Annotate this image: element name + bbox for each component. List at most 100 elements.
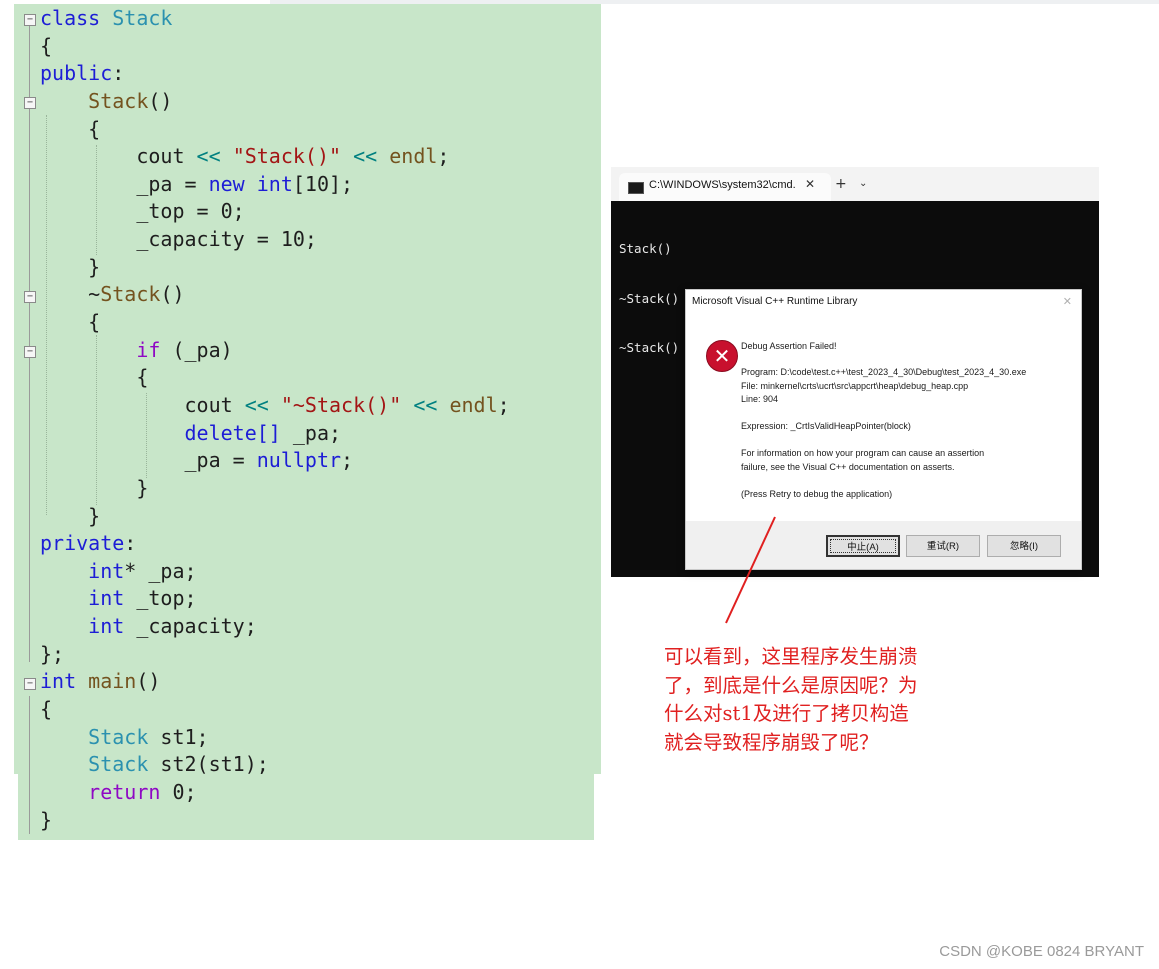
code-token: return xyxy=(88,779,161,804)
console-line: ~Stack() xyxy=(619,340,680,355)
code-token: _capacity; xyxy=(124,614,257,639)
code-token: () xyxy=(160,282,185,307)
code-lines: class Stack{public: Stack() { cout << "S… xyxy=(40,5,510,834)
terminal-icon xyxy=(628,182,644,194)
code-line: _pa = new int[10]; xyxy=(40,171,510,199)
annotation-arrow xyxy=(725,516,776,624)
console-tab[interactable]: C:\WINDOWS\system32\cmd. ✕ xyxy=(619,173,831,201)
close-icon[interactable]: ✕ xyxy=(1063,295,1072,308)
dialog-heading: Debug Assertion Failed! xyxy=(741,341,837,351)
console-tab-title: C:\WINDOWS\system32\cmd. xyxy=(649,179,796,191)
annotation-line: 了，到底是什么是原因呢？为 xyxy=(664,673,918,697)
code-line: } xyxy=(40,503,510,531)
dialog-info-2: failure, see the Visual C++ documentatio… xyxy=(741,461,955,472)
code-line: } xyxy=(40,254,510,282)
code-token: _pa = xyxy=(40,171,209,196)
code-token: : xyxy=(124,531,137,556)
code-line: int main() xyxy=(40,668,510,696)
new-tab-icon[interactable]: + xyxy=(835,176,847,192)
fold-toggle-if[interactable]: − xyxy=(24,346,36,358)
code-line: ~Stack() xyxy=(40,281,510,309)
code-line: Stack st2(st1); xyxy=(40,751,510,779)
code-line: { xyxy=(40,116,510,144)
code-token: << xyxy=(413,392,438,417)
console-line: ~Stack() xyxy=(619,290,680,306)
code-token: Stack xyxy=(88,724,149,749)
code-token: if xyxy=(136,337,161,362)
dialog-file: File: minkernel\crts\ucrt\src\appcrt\hea… xyxy=(741,380,969,391)
close-icon[interactable]: ✕ xyxy=(805,177,815,191)
code-token: endl xyxy=(449,392,498,417)
fold-toggle-class[interactable]: − xyxy=(24,14,36,26)
code-line: private: xyxy=(40,530,510,558)
code-token: () xyxy=(136,669,161,694)
code-token: (_pa) xyxy=(160,337,233,362)
retry-button[interactable]: 重试(R) xyxy=(906,535,980,557)
scope-line-main xyxy=(29,696,30,834)
code-token: _pa; xyxy=(280,420,342,445)
code-token: } xyxy=(40,254,101,279)
annotation-note: 可以看到，这里程序发生崩溃 了，到底是什么是原因呢？为 什么对st1及进行了拷贝… xyxy=(664,643,984,757)
code-token: main xyxy=(88,669,137,694)
code-token: int xyxy=(40,669,77,694)
code-token: "Stack()" xyxy=(232,144,342,169)
code-token: } xyxy=(40,475,149,500)
code-token: ; xyxy=(497,392,510,417)
code-line: int _capacity; xyxy=(40,613,510,641)
code-token: _pa = xyxy=(40,448,257,473)
code-token: private xyxy=(40,531,125,556)
dialog-retry-hint: (Press Retry to debug the application) xyxy=(741,489,893,499)
fold-toggle-destructor[interactable]: − xyxy=(24,291,36,303)
code-line: delete[] _pa; xyxy=(40,420,510,448)
code-token: }; xyxy=(40,641,65,666)
code-line: Stack() xyxy=(40,88,510,116)
code-token: { xyxy=(40,33,53,58)
code-token: } xyxy=(40,503,101,528)
code-token: int xyxy=(256,171,293,196)
code-token: cout xyxy=(40,392,245,417)
dialog-title: Microsoft Visual C++ Runtime Library xyxy=(692,296,858,307)
code-token: 0; xyxy=(160,779,197,804)
annotation-line: 就会导致程序崩毁了呢？ xyxy=(664,730,879,754)
fold-toggle-main[interactable]: − xyxy=(24,678,36,690)
code-token: cout xyxy=(40,144,197,169)
dialog-info-1: For information on how your program can … xyxy=(741,448,985,458)
code-line: return 0; xyxy=(40,779,510,807)
code-line: { xyxy=(40,33,510,61)
code-token: { xyxy=(40,365,149,390)
code-line: class Stack xyxy=(40,5,510,33)
code-line: int _top; xyxy=(40,585,510,613)
code-token: public xyxy=(40,61,113,86)
code-line: { xyxy=(40,309,510,337)
code-line: public: xyxy=(40,60,510,88)
code-token: << xyxy=(196,144,221,169)
code-line: { xyxy=(40,364,510,392)
ignore-button[interactable]: 忽略(I) xyxy=(987,535,1061,557)
code-token: "~Stack()" xyxy=(280,392,402,417)
watermark: CSDN @KOBE 0824 BRYANT xyxy=(939,943,1144,960)
code-token: _capacity = 10; xyxy=(40,227,317,252)
code-token: int xyxy=(88,558,125,583)
code-token: Stack xyxy=(112,6,173,30)
code-line: cout << "~Stack()" << endl; xyxy=(40,392,510,420)
code-token: delete[] xyxy=(184,420,281,445)
chevron-down-icon[interactable]: ⌄ xyxy=(859,178,867,189)
dialog-expression: Expression: _CrtIsValidHeapPointer(block… xyxy=(741,421,911,431)
error-icon: ✕ xyxy=(706,340,738,372)
code-token: { xyxy=(40,310,101,335)
fold-toggle-constructor[interactable]: − xyxy=(24,97,36,109)
console-output: Stack() ~Stack() ~Stack() xyxy=(619,208,679,390)
code-token: class xyxy=(40,6,113,30)
code-token: int xyxy=(88,614,125,639)
abort-button[interactable]: 中止(A) xyxy=(826,535,900,557)
